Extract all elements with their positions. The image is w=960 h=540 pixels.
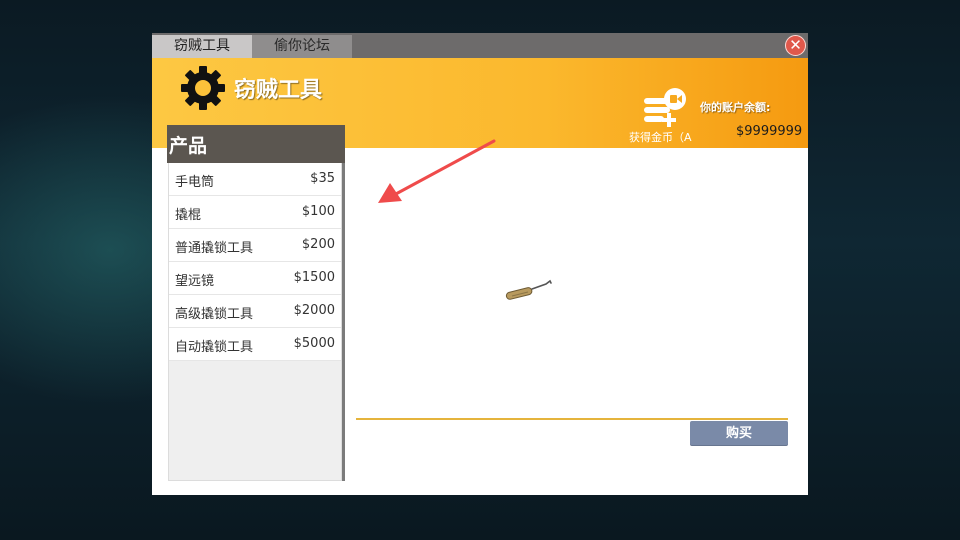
app-title: 窃贼工具 bbox=[234, 78, 323, 103]
list-item-basic-lockpick[interactable]: 普通撬锁工具 $200 bbox=[169, 229, 341, 262]
tab-bar: 窃贼工具 偷你论坛 ✕ bbox=[152, 33, 808, 58]
item-price: $5000 bbox=[293, 336, 335, 351]
product-sidebar: 产品 手电筒 $35 撬棍 $100 普通撬锁工具 $200 望远镜 $1500… bbox=[167, 125, 345, 481]
content-divider bbox=[356, 418, 788, 420]
item-name: 普通撬锁工具 bbox=[175, 241, 254, 256]
tab-thief-tools[interactable]: 窃贼工具 bbox=[152, 35, 252, 58]
sidebar-header: 产品 bbox=[167, 125, 345, 163]
arrow-icon bbox=[378, 139, 496, 203]
close-button[interactable]: ✕ bbox=[785, 35, 806, 56]
item-name: 自动撬锁工具 bbox=[175, 340, 254, 355]
item-name: 手电筒 bbox=[175, 175, 215, 190]
coin-video-icon[interactable] bbox=[640, 86, 688, 128]
item-name: 望远镜 bbox=[175, 274, 215, 289]
buy-button[interactable]: 购买 bbox=[690, 421, 788, 446]
balance-label: 你的账户余额: bbox=[700, 101, 771, 114]
item-price: $2000 bbox=[293, 303, 335, 318]
balance-value: $9999999 bbox=[736, 124, 803, 139]
item-name: 高级撬锁工具 bbox=[175, 307, 254, 322]
close-icon: ✕ bbox=[789, 36, 802, 54]
list-item-advanced-lockpick[interactable]: 高级撬锁工具 $2000 bbox=[169, 295, 341, 328]
item-name: 撬棍 bbox=[175, 208, 202, 223]
item-price: $200 bbox=[301, 237, 335, 252]
sidebar-title: 产品 bbox=[169, 135, 208, 157]
tab-forum[interactable]: 偷你论坛 bbox=[252, 35, 352, 58]
item-price: $35 bbox=[310, 171, 335, 186]
get-coins-label[interactable]: 获得金币（A bbox=[629, 129, 692, 145]
lockpick-icon bbox=[505, 279, 552, 300]
list-item-auto-lockpick[interactable]: 自动撬锁工具 $5000 bbox=[169, 328, 341, 361]
list-item-telescope[interactable]: 望远镜 $1500 bbox=[169, 262, 341, 295]
list-item-flashlight[interactable]: 手电筒 $35 bbox=[169, 163, 341, 196]
list-item-crowbar[interactable]: 撬棍 $100 bbox=[169, 196, 341, 229]
product-list: 手电筒 $35 撬棍 $100 普通撬锁工具 $200 望远镜 $1500 高级… bbox=[168, 163, 342, 481]
item-price: $100 bbox=[301, 204, 335, 219]
item-price: $1500 bbox=[293, 270, 335, 285]
sidebar-scrollbar[interactable] bbox=[342, 163, 345, 481]
gear-icon bbox=[181, 66, 225, 110]
